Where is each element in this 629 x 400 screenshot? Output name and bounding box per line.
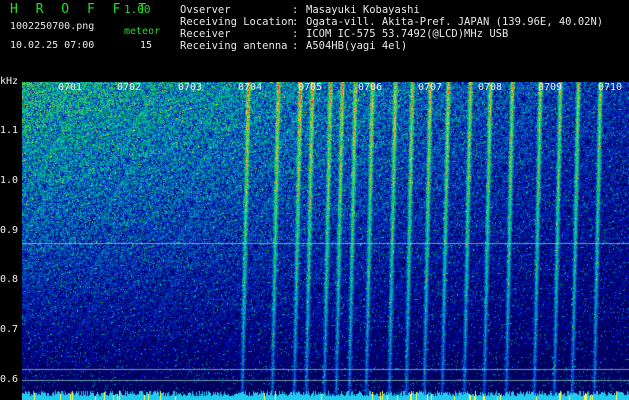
receiver-sep: : (292, 28, 299, 40)
observer-label: Ovserver (180, 4, 231, 16)
hroft-window: H R O F F T 1.00 1002250700.png meteor 1… (0, 0, 629, 400)
x-tick-label: 0703 (178, 82, 203, 93)
meteor-count: 15 (140, 40, 153, 51)
spectrogram-canvas (22, 82, 629, 400)
y-tick-label: 0.6 (0, 374, 19, 385)
receiver-label: Receiver (180, 28, 231, 40)
date-time: 10.02.25 07:00 (10, 40, 95, 51)
observer-sep: : (292, 4, 299, 16)
file-name: 1002250700.png (10, 21, 95, 32)
x-tick-label: 0705 (298, 82, 323, 93)
meteor-label: meteor (124, 26, 161, 37)
location-sep: : (292, 16, 299, 28)
x-tick-label: 0701 (58, 82, 83, 93)
x-tick-label: 0706 (358, 82, 383, 93)
y-tick-label: 1.0 (0, 175, 19, 186)
location-value: Ogata-vill. Akita-Pref. JAPAN (139.96E, … (306, 16, 604, 28)
location-label: Receiving Location (180, 16, 294, 28)
x-tick-label: 0709 (538, 82, 563, 93)
x-tick-label: 0710 (598, 82, 623, 93)
x-tick-label: 0708 (478, 82, 503, 93)
y-tick-label: 0.9 (0, 225, 19, 236)
antenna-sep: : (292, 40, 299, 52)
x-tick-label: 0702 (117, 82, 142, 93)
observer-value: Masayuki Kobayashi (306, 4, 420, 16)
y-axis-unit: kHz (0, 76, 19, 87)
x-tick-label: 0707 (418, 82, 443, 93)
x-tick-label: 0704 (238, 82, 263, 93)
app-version: 1.00 (124, 3, 151, 16)
antenna-value: A504HB(yagi 4el) (306, 40, 408, 52)
y-tick-label: 0.7 (0, 324, 19, 335)
y-tick-label: 1.1 (0, 125, 19, 136)
antenna-label: Receiving antenna (180, 40, 288, 52)
receiver-value: ICOM IC-575 53.7492(@LCD)MHz USB (306, 28, 509, 40)
y-tick-label: 0.8 (0, 274, 19, 285)
